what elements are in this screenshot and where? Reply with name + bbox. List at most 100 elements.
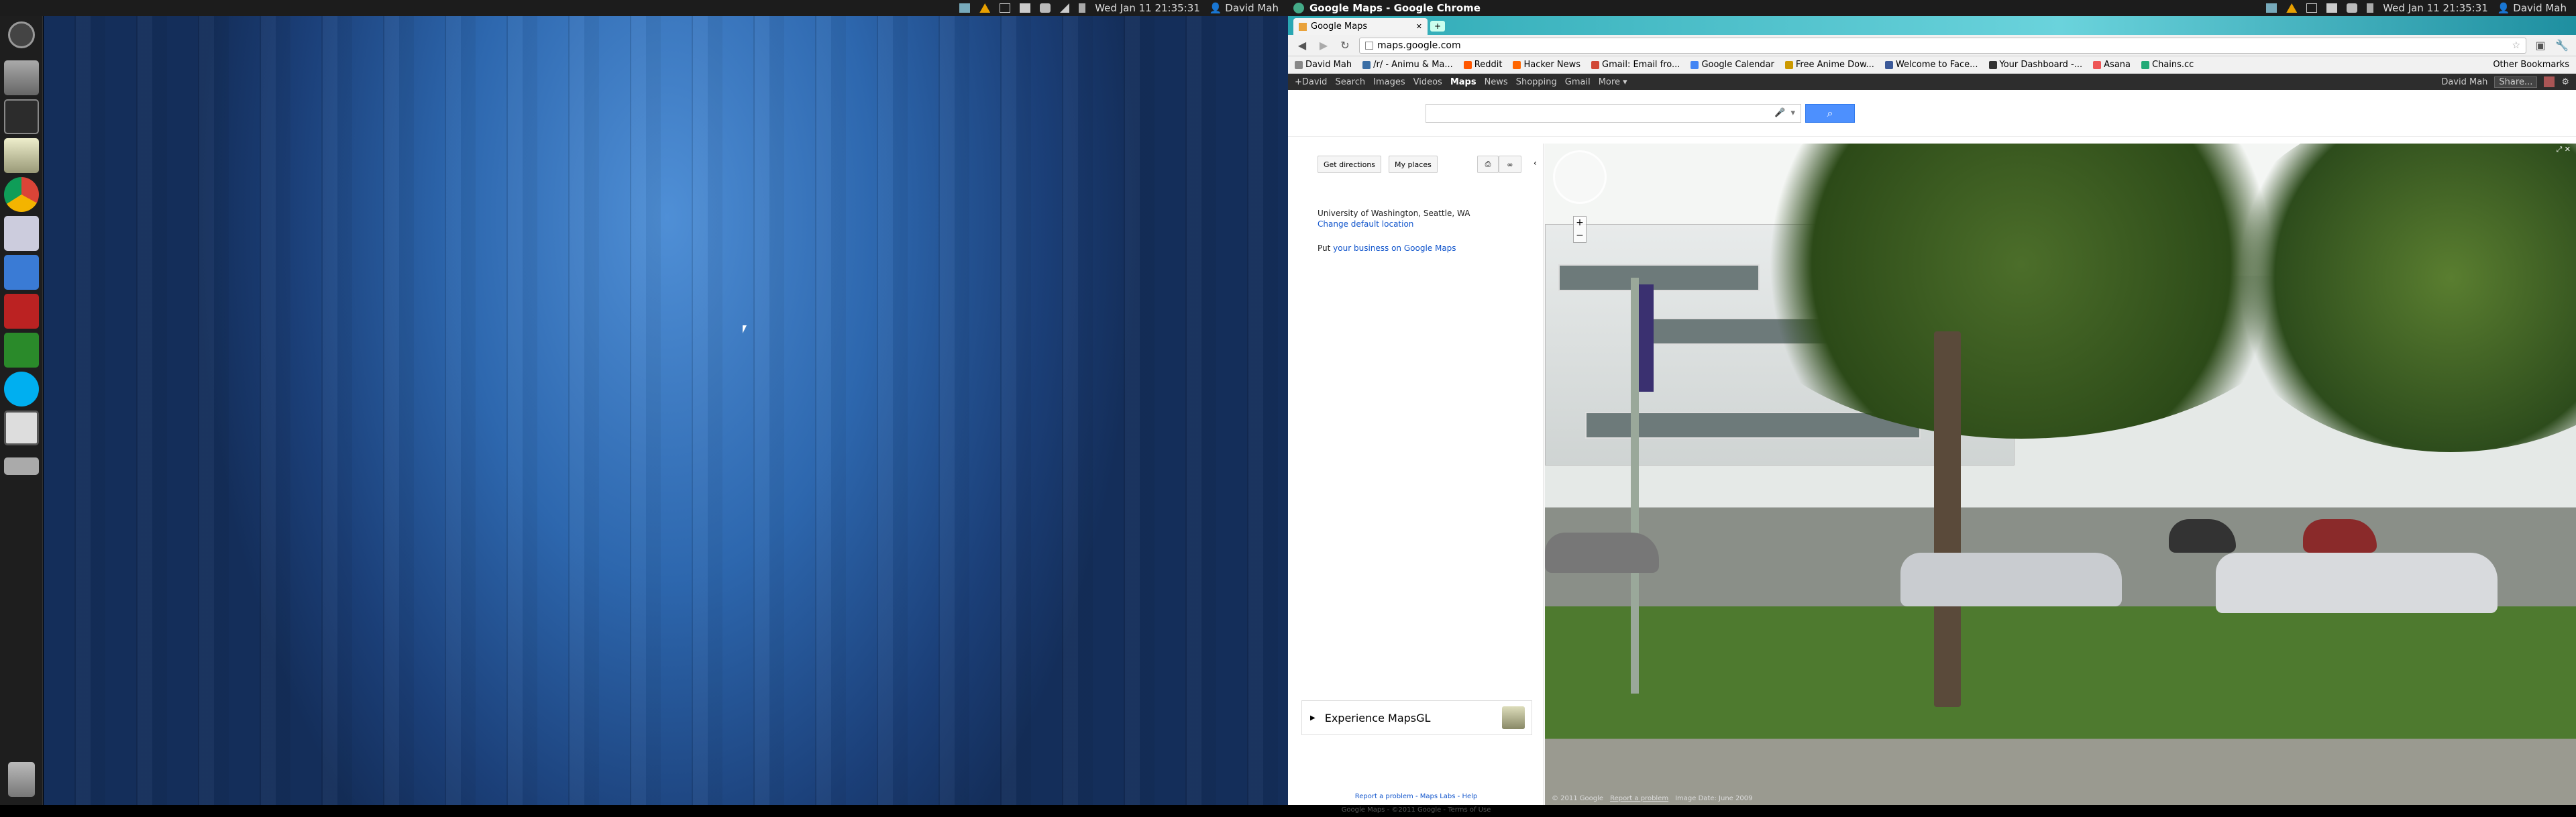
- battery-indicator-icon[interactable]: [2306, 3, 2318, 13]
- chat-indicator-icon[interactable]: [1040, 3, 1051, 13]
- google-bar-link[interactable]: +David: [1295, 77, 1327, 87]
- keyboard-indicator-icon[interactable]: [1020, 3, 1031, 13]
- share-button[interactable]: Share...: [2494, 76, 2538, 88]
- tree: [2216, 144, 2576, 452]
- clock[interactable]: Wed Jan 11 21:35:31: [1095, 2, 1200, 14]
- print-button[interactable]: ⎙: [1477, 156, 1499, 173]
- google-bar-link[interactable]: Images: [1373, 77, 1405, 87]
- terminal-icon[interactable]: [4, 99, 39, 134]
- bookmark-item[interactable]: Asana: [2093, 60, 2131, 70]
- bookmark-label: Chains.cc: [2152, 60, 2194, 70]
- bookmark-item[interactable]: Hacker News: [1513, 60, 1580, 70]
- zoom-out-button[interactable]: −: [1574, 229, 1586, 242]
- avatar[interactable]: [2544, 76, 2555, 87]
- bookmark-label: Gmail: Email fro...: [1602, 60, 1680, 70]
- footer-links[interactable]: Report a problem - Maps Labs - Help: [1288, 790, 1544, 804]
- bookmarks-bar: David Mah/r/ - Animu & Ma... Reddit Hacker…: [1288, 56, 2576, 74]
- bookmark-item[interactable]: Free Anime Dow...: [1784, 60, 1874, 70]
- pan-control[interactable]: [1553, 150, 1607, 204]
- dash-home-icon[interactable]: [8, 21, 35, 48]
- libreoffice-calc-icon[interactable]: [4, 333, 39, 368]
- user-menu[interactable]: 👤 David Mah: [2498, 2, 2567, 14]
- bookmark-favicon-icon: [2141, 60, 2149, 69]
- mapsgl-promo[interactable]: ▶ Experience MapsGL: [1301, 700, 1532, 735]
- media-app-icon[interactable]: [4, 294, 39, 329]
- maps-search-input[interactable]: 🎤 ▾: [1426, 103, 1801, 123]
- bookmark-star-icon[interactable]: ☆: [2512, 40, 2520, 51]
- sv-report-link[interactable]: Report a problem: [1610, 795, 1668, 802]
- volume-indicator-icon[interactable]: [2367, 3, 2374, 13]
- google-bar-link[interactable]: Maps: [1450, 77, 1477, 87]
- close-street-view-icon[interactable]: ⤢ ✕: [2556, 145, 2571, 154]
- change-location-link[interactable]: Change default location: [1318, 219, 1470, 229]
- chat-indicator-icon[interactable]: [2347, 3, 2358, 13]
- home-folder-icon[interactable]: [4, 60, 39, 95]
- volume-indicator-icon[interactable]: [1079, 3, 1086, 13]
- google-bar-link[interactable]: Search: [1335, 77, 1365, 87]
- collapse-panel-icon[interactable]: ‹: [1534, 158, 1537, 168]
- trash-icon[interactable]: [8, 762, 35, 797]
- wrench-menu-icon[interactable]: 🔧: [2555, 39, 2569, 52]
- skype-icon[interactable]: [4, 372, 39, 406]
- microphone-icon[interactable]: 🎤: [1774, 108, 1785, 118]
- bookmark-favicon-icon: [1362, 60, 1371, 69]
- desktop-wallpaper[interactable]: [44, 16, 1288, 805]
- business-prefix: Put: [1318, 243, 1331, 253]
- drive-icon[interactable]: [4, 457, 39, 475]
- street-view-image[interactable]: + − ⤢ ✕ © 2011 Google Report a problem Im…: [1545, 144, 2576, 805]
- new-tab-button[interactable]: +: [1430, 21, 1445, 32]
- my-places-button[interactable]: My places: [1389, 156, 1438, 173]
- extension-icon[interactable]: ▣: [2533, 39, 2548, 52]
- reload-icon[interactable]: ↻: [1338, 39, 1352, 52]
- user-menu[interactable]: 👤 David Mah: [1210, 2, 1279, 14]
- bookmark-favicon-icon: [1463, 60, 1472, 69]
- zoom-in-button[interactable]: +: [1574, 217, 1586, 229]
- tab-google-maps[interactable]: Google Maps ✕: [1293, 18, 1428, 35]
- warning-indicator-icon[interactable]: [979, 3, 991, 13]
- mail-indicator-icon[interactable]: [2266, 3, 2277, 13]
- business-link[interactable]: your business on Google Maps: [1333, 243, 1456, 253]
- bookmark-item[interactable]: Chains.cc: [2141, 60, 2194, 70]
- link-button[interactable]: ∞: [1499, 156, 1521, 173]
- bookmark-item[interactable]: Google Calendar: [1690, 60, 1774, 70]
- address-bar[interactable]: maps.google.com ☆: [1359, 37, 2526, 54]
- google-bar-link[interactable]: Videos: [1413, 77, 1442, 87]
- maps-search-row: 🎤 ▾ ⌕: [1288, 90, 2576, 137]
- forward-arrow-icon[interactable]: ▶: [1316, 39, 1331, 52]
- zoom-control[interactable]: + −: [1573, 216, 1587, 243]
- location-text: University of Washington, Seattle, WA: [1318, 209, 1470, 218]
- image-viewer-icon[interactable]: [4, 216, 39, 251]
- tab-close-icon[interactable]: ✕: [1416, 22, 1422, 31]
- google-bar-link[interactable]: Shopping: [1516, 77, 1557, 87]
- window-app-icon[interactable]: [4, 411, 39, 445]
- bookmark-favicon-icon: [1513, 60, 1521, 69]
- google-bar-link[interactable]: Gmail: [1565, 77, 1591, 87]
- gedit-icon[interactable]: [4, 138, 39, 173]
- bookmark-label: Reddit: [1474, 60, 1503, 70]
- keyboard-indicator-icon[interactable]: [2326, 3, 2338, 13]
- bookmark-item[interactable]: Reddit: [1463, 60, 1503, 70]
- mail-indicator-icon[interactable]: [959, 3, 971, 13]
- search-button[interactable]: ⌕: [1805, 103, 1855, 123]
- google-user-name[interactable]: David Mah: [2441, 77, 2487, 87]
- bookmark-favicon-icon: [1884, 60, 1893, 69]
- gear-icon[interactable]: ⚙: [2561, 77, 2569, 87]
- bookmark-item[interactable]: David Mah: [1295, 60, 1352, 70]
- bookmark-label: Free Anime Dow...: [1795, 60, 1874, 70]
- google-bar-link[interactable]: News: [1485, 77, 1508, 87]
- bookmark-item[interactable]: Your Dashboard -...: [1988, 60, 2082, 70]
- back-arrow-icon[interactable]: ◀: [1295, 39, 1309, 52]
- other-bookmarks-folder[interactable]: Other Bookmarks: [2493, 60, 2569, 70]
- chrome-icon[interactable]: [4, 177, 39, 212]
- network-indicator-icon[interactable]: [1060, 3, 1070, 13]
- google-bar-link[interactable]: More ▾: [1599, 77, 1627, 87]
- warning-indicator-icon[interactable]: [2286, 3, 2298, 13]
- clock[interactable]: Wed Jan 11 21:35:31: [2383, 2, 2488, 14]
- software-center-icon[interactable]: [4, 255, 39, 290]
- get-directions-button[interactable]: Get directions: [1318, 156, 1382, 173]
- dropdown-arrow-icon[interactable]: ▾: [1790, 108, 1795, 118]
- bookmark-item[interactable]: Gmail: Email fro...: [1591, 60, 1680, 70]
- bookmark-item[interactable]: Welcome to Face...: [1884, 60, 1978, 70]
- bookmark-item[interactable]: /r/ - Animu & Ma...: [1362, 60, 1453, 70]
- battery-indicator-icon[interactable]: [1000, 3, 1011, 13]
